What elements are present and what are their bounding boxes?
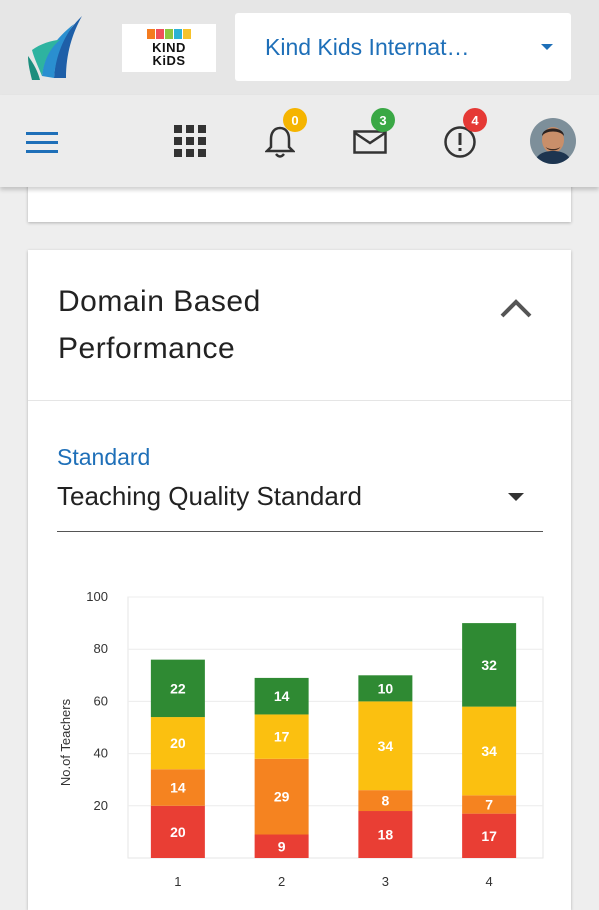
menu-icon[interactable] — [26, 130, 58, 154]
dropdown-caret-icon[interactable] — [508, 493, 524, 501]
y-tick-label: 80 — [94, 641, 108, 656]
data-label: 17 — [274, 729, 290, 745]
card-title: Domain Based Performance — [58, 278, 458, 372]
card-title-line-2: Performance — [58, 332, 236, 365]
data-label: 7 — [485, 796, 493, 812]
data-label: 29 — [274, 789, 290, 805]
user-avatar[interactable] — [530, 118, 576, 164]
organization-select[interactable]: Kind Kids Internat… — [235, 13, 571, 81]
kind-kids-logo[interactable]: KIND KiDS — [122, 24, 216, 72]
y-tick-label: 40 — [94, 746, 108, 761]
sail-logo-icon[interactable] — [26, 14, 90, 82]
x-tick-label: 3 — [382, 874, 389, 889]
data-label: 20 — [170, 735, 186, 751]
data-label: 10 — [378, 680, 394, 696]
data-label: 20 — [170, 824, 186, 840]
y-tick-label: 100 — [86, 589, 108, 604]
data-label: 32 — [481, 657, 497, 673]
data-label: 34 — [378, 738, 394, 754]
data-label: 9 — [278, 838, 286, 854]
x-tick-label: 2 — [278, 874, 285, 889]
chevron-up-icon[interactable] — [496, 294, 536, 324]
data-label: 18 — [378, 827, 394, 843]
logo-word-kids: KiDS — [152, 53, 186, 68]
data-label: 17 — [481, 828, 497, 844]
y-tick-label: 60 — [94, 693, 108, 708]
alerts-badge: 4 — [463, 108, 487, 132]
standard-label: Standard — [57, 444, 151, 470]
x-tick-label: 1 — [174, 874, 181, 889]
avatar-photo — [530, 118, 576, 164]
top-header: KIND KiDS Kind Kids Internat… — [0, 0, 599, 95]
card-title-line-1: Domain Based — [58, 285, 261, 318]
toolbar: 0 3 4 — [0, 95, 599, 187]
card-divider — [28, 400, 571, 401]
data-label: 34 — [481, 743, 497, 759]
chevron-down-icon — [541, 44, 553, 50]
x-tick-label: 4 — [486, 874, 493, 889]
organization-name: Kind Kids Internat… — [265, 33, 470, 60]
logo-color-bars — [147, 29, 191, 39]
y-axis-label: No.of Teachers — [58, 698, 73, 786]
apps-grid-icon[interactable] — [174, 125, 206, 157]
standard-select-underline — [57, 531, 543, 532]
domain-performance-card: Domain Based Performance Standard Teachi… — [28, 250, 571, 910]
standard-select[interactable]: Teaching Quality Standard — [57, 481, 362, 512]
data-label: 8 — [381, 793, 389, 809]
data-label: 14 — [170, 780, 186, 796]
performance-chart: 20 40 60 80 100 No.of Teachers 20 14 20 22 1 9 29 17 1… — [58, 589, 544, 889]
y-tick-label: 20 — [94, 798, 108, 813]
mail-icon[interactable] — [353, 130, 387, 154]
data-label: 14 — [274, 688, 290, 704]
messages-badge: 3 — [371, 108, 395, 132]
data-label: 22 — [170, 680, 186, 696]
notifications-badge: 0 — [283, 108, 307, 132]
